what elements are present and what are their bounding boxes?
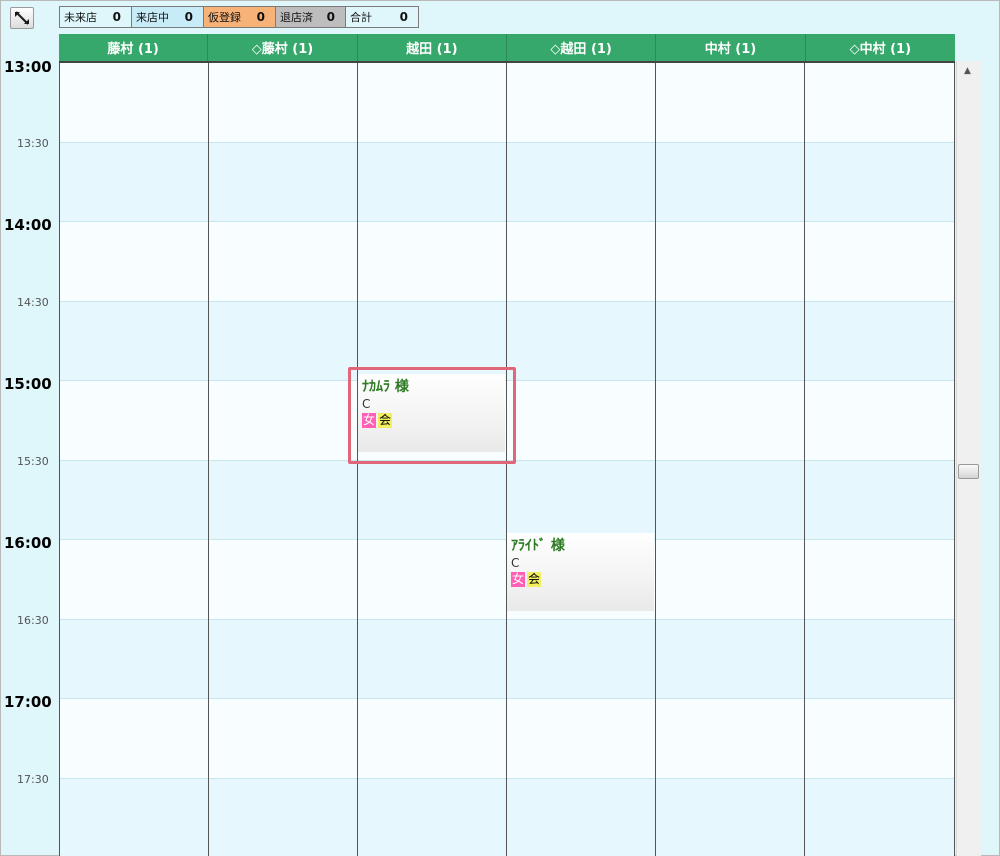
time-label: 17:30	[17, 773, 49, 786]
time-label: 14:30	[17, 296, 49, 309]
staff-column-header[interactable]: ◇越田 (1)	[506, 34, 657, 61]
status-not-arrived: 未来店 0	[60, 7, 132, 27]
status-provisional: 仮登録 0	[204, 7, 276, 27]
expand-arrows-icon	[15, 11, 29, 25]
course-code: C	[511, 556, 520, 570]
staff-header: 藤村 (1) ◇藤村 (1) 越田 (1) ◇越田 (1) 中村 (1) ◇中村…	[59, 34, 955, 61]
customer-name: ｱﾗｲﾄﾞ 様	[511, 538, 565, 554]
scrollbar-thumb[interactable]	[958, 464, 979, 479]
staff-column-header[interactable]: ◇中村 (1)	[805, 34, 955, 61]
time-label: 16:30	[17, 614, 49, 627]
status-label: 合計	[350, 11, 372, 24]
status-left: 退店済 0	[276, 7, 346, 27]
time-slot[interactable]	[59, 142, 955, 222]
status-count: 0	[326, 10, 335, 24]
staff-column-header[interactable]: 越田 (1)	[357, 34, 507, 61]
column-divider	[954, 63, 955, 856]
status-label: 退店済	[280, 11, 313, 24]
column-divider	[59, 63, 60, 856]
status-count: 0	[256, 10, 265, 24]
member-tag: 会	[527, 572, 542, 587]
status-label: 来店中	[136, 11, 169, 24]
column-divider	[804, 63, 805, 856]
time-label: 15:00	[4, 375, 52, 393]
column-divider	[655, 63, 656, 856]
status-count: 0	[399, 10, 408, 24]
status-label: 仮登録	[208, 11, 241, 24]
time-slot[interactable]	[59, 63, 955, 143]
appointment-card[interactable]: ｱﾗｲﾄﾞ 様 C 女 会	[507, 533, 654, 611]
status-count: 0	[112, 10, 121, 24]
time-label: 14:00	[4, 216, 52, 234]
column-divider	[208, 63, 209, 856]
status-label: 未来店	[64, 11, 97, 24]
time-label: 17:00	[4, 693, 52, 711]
time-label: 15:30	[17, 455, 49, 468]
selection-highlight	[348, 367, 516, 464]
time-slot[interactable]	[59, 699, 955, 779]
time-axis: 13:00 13:30 14:00 14:30 15:00 15:30 16:0…	[0, 58, 58, 856]
vertical-scrollbar[interactable]: ▲	[956, 61, 981, 856]
time-slot[interactable]	[59, 222, 955, 302]
status-summary: 未来店 0 来店中 0 仮登録 0 退店済 0 合計 0	[59, 6, 419, 28]
time-slot[interactable]	[59, 460, 955, 540]
status-in-store: 来店中 0	[132, 7, 204, 27]
appointment-tags: 女 会	[511, 572, 650, 587]
time-label: 13:00	[4, 58, 52, 76]
expand-button[interactable]	[10, 7, 34, 29]
time-slot[interactable]	[59, 778, 955, 856]
time-slot[interactable]	[59, 619, 955, 699]
female-tag: 女	[511, 572, 526, 587]
status-total: 合計 0	[346, 7, 418, 27]
staff-column-header[interactable]: 藤村 (1)	[59, 34, 209, 61]
staff-column-header[interactable]: ◇藤村 (1)	[208, 34, 358, 61]
staff-column-header[interactable]: 中村 (1)	[656, 34, 806, 61]
time-label: 16:00	[4, 534, 52, 552]
status-count: 0	[184, 10, 193, 24]
time-label: 13:30	[17, 137, 49, 150]
scroll-up-icon[interactable]: ▲	[964, 66, 971, 76]
